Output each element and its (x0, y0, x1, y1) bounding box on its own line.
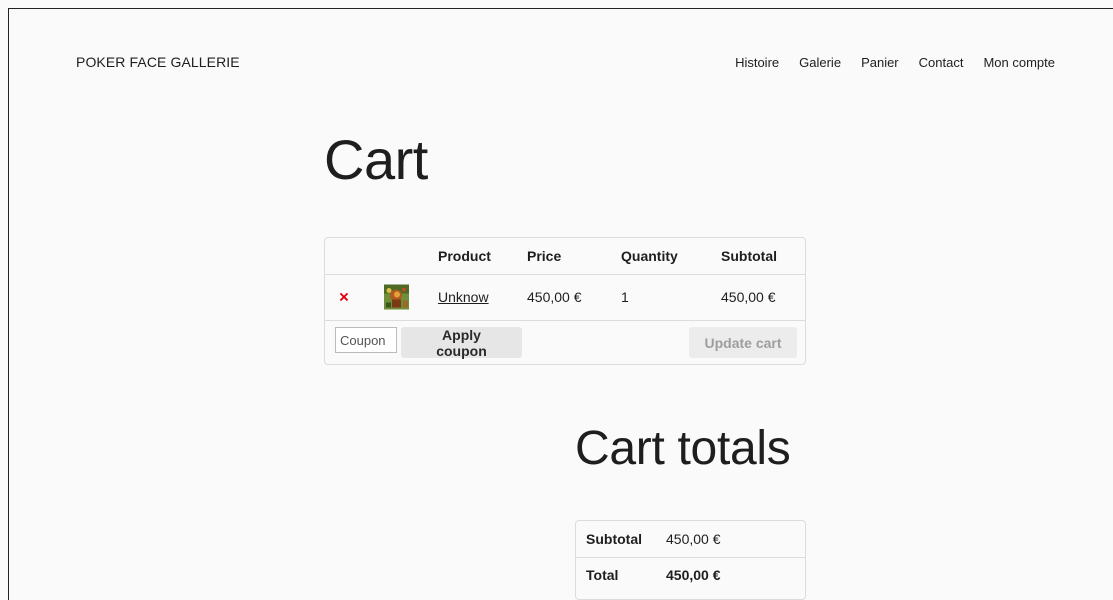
totals-total-row: Total 450,00 € (576, 557, 805, 593)
column-quantity: Quantity (621, 248, 678, 264)
apply-coupon-button[interactable]: Apply coupon (401, 327, 522, 359)
nav-mon-compte[interactable]: Mon compte (983, 55, 1055, 70)
cart-table-header: Product Price Quantity Subtotal (325, 238, 805, 275)
totals-subtotal-row: Subtotal 450,00 € (576, 521, 805, 558)
site-title[interactable]: POKER FACE GALLERIE (76, 54, 240, 70)
coupon-input[interactable] (335, 327, 397, 353)
column-product: Product (438, 248, 491, 264)
totals-subtotal-value: 450,00 € (666, 531, 721, 547)
totals-total-label: Total (586, 567, 619, 583)
column-price: Price (527, 248, 562, 264)
cart-table: Product Price Quantity Subtotal × Unknow… (324, 237, 806, 365)
nav-galerie[interactable]: Galerie (799, 55, 841, 70)
cart-item-row: × Unknow 450,00 € 1 450,00 € (325, 274, 805, 321)
nav-histoire[interactable]: Histoire (735, 55, 779, 70)
nav-contact[interactable]: Contact (919, 55, 964, 70)
product-thumbnail[interactable] (384, 284, 409, 310)
cart-totals-table: Subtotal 450,00 € Total 450,00 € (575, 520, 806, 600)
totals-subtotal-label: Subtotal (586, 531, 642, 547)
column-subtotal: Subtotal (721, 248, 777, 264)
product-price: 450,00 € (527, 289, 582, 305)
product-quantity[interactable]: 1 (621, 289, 629, 305)
product-link[interactable]: Unknow (438, 289, 489, 305)
update-cart-button[interactable]: Update cart (689, 327, 797, 358)
remove-item-icon[interactable]: × (339, 289, 349, 306)
cart-totals-title: Cart totals (575, 422, 791, 475)
nav-panier[interactable]: Panier (861, 55, 899, 70)
main-navigation: Histoire Galerie Panier Contact Mon comp… (735, 55, 1055, 70)
totals-total-value: 450,00 € (666, 567, 721, 583)
product-subtotal: 450,00 € (721, 289, 776, 305)
page-title: Cart (324, 128, 428, 191)
